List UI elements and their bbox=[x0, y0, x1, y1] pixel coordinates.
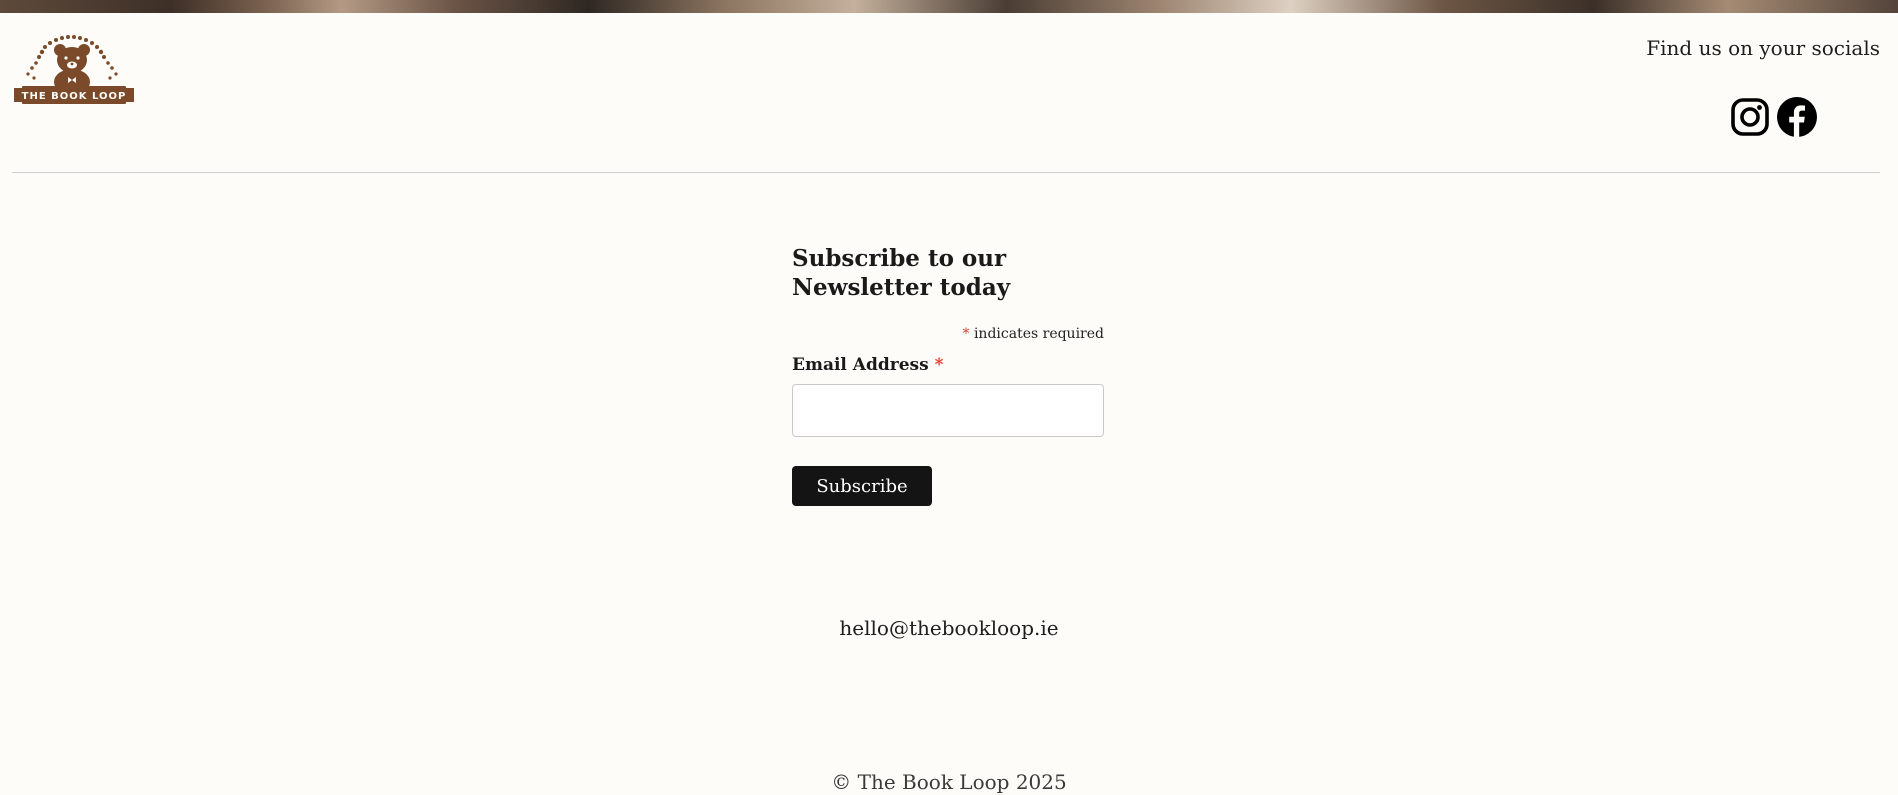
newsletter-title: Subscribe to our Newsletter today bbox=[792, 245, 1011, 301]
hero-image-strip bbox=[0, 0, 1898, 13]
socials-heading: Find us on your socials bbox=[1646, 36, 1880, 60]
site-logo[interactable]: THE BOOK LOOP bbox=[12, 30, 136, 106]
email-label: Email Address * bbox=[792, 355, 1104, 375]
contact-email-link[interactable]: hello@thebookloop.ie bbox=[0, 616, 1898, 640]
logo-text: THE BOOK LOOP bbox=[22, 91, 127, 102]
subscribe-button[interactable]: Subscribe bbox=[792, 466, 932, 506]
copyright-icon: © bbox=[831, 770, 852, 794]
header-divider bbox=[12, 172, 1880, 173]
newsletter-form: Subscribe to our Newsletter today * indi… bbox=[792, 244, 1104, 506]
required-note-text: indicates required bbox=[973, 326, 1104, 342]
email-label-text: Email Address bbox=[792, 355, 929, 375]
copyright-text: The Book Loop 2025 bbox=[857, 770, 1067, 794]
instagram-icon bbox=[1731, 98, 1769, 136]
copyright: © The Book Loop 2025 bbox=[0, 770, 1898, 794]
required-note: * indicates required bbox=[792, 326, 1105, 342]
required-asterisk: * bbox=[962, 326, 970, 342]
email-required-asterisk: * bbox=[934, 355, 944, 375]
facebook-link[interactable] bbox=[1776, 96, 1818, 138]
bear-logo-icon: THE BOOK LOOP bbox=[14, 35, 134, 104]
facebook-icon bbox=[1777, 97, 1817, 137]
email-input[interactable] bbox=[792, 384, 1104, 437]
instagram-link[interactable] bbox=[1729, 96, 1771, 138]
